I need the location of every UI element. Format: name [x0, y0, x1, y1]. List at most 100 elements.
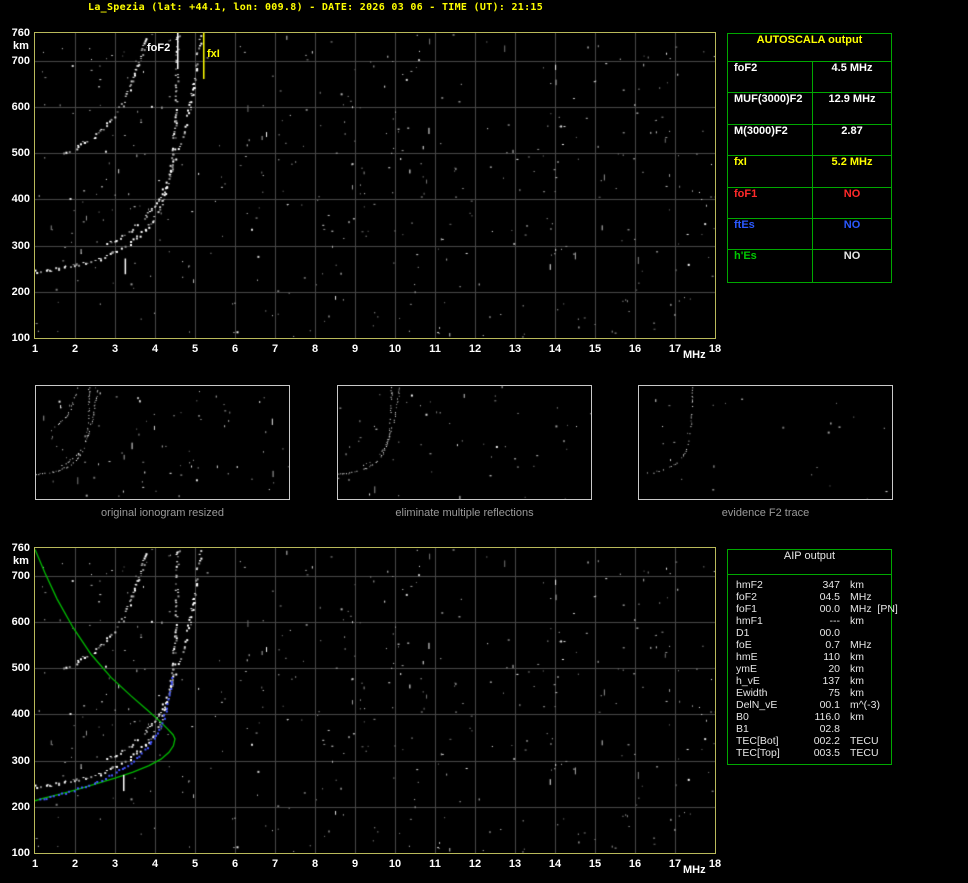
- y-axis-tick-label: 700: [11, 569, 30, 582]
- autoscala-parameter-value: 12.9 MHz: [812, 93, 891, 124]
- aip-parameter-value: 0.7: [825, 639, 840, 651]
- aip-parameter-unit: [840, 723, 887, 735]
- x-axis-tick-label: 3: [111, 343, 119, 355]
- thumbnail-evidence-f2: [638, 385, 893, 500]
- thumbnail-original-canvas: [36, 386, 289, 499]
- aip-row: TEC[Bot] 002.2 TECU: [728, 735, 891, 747]
- aip-parameter-label: h_vE: [736, 675, 760, 687]
- aip-table-header: AIP output: [728, 550, 891, 575]
- x-axis-tick-label: 10: [388, 343, 402, 355]
- bottom-ionogram-plot: [34, 547, 716, 854]
- autoscala-row: h'Es NO: [728, 250, 891, 282]
- x-axis-tick-label: 13: [508, 858, 522, 870]
- y-axis-tick-label: 100: [11, 847, 30, 859]
- aip-row: h_vE 137 km: [728, 675, 891, 687]
- page-title: La_Spezia (lat: +44.1, lon: 009.8) - DAT…: [88, 2, 544, 13]
- autoscala-row: foF2 4.5 MHz: [728, 62, 891, 94]
- autoscala-parameter-value: 4.5 MHz: [812, 62, 891, 93]
- x-axis-tick-label: 1: [31, 343, 39, 355]
- bottom-ionogram-canvas: [35, 548, 715, 853]
- aip-parameter-unit: [840, 627, 887, 639]
- y-axis-tick-label: 400: [11, 708, 30, 721]
- aip-table-body: hmF2 347 km foF2 04.5 MHz foF1 00.0 MHz [PN] hmF1…: [728, 579, 898, 759]
- aip-parameter-unit: km: [850, 579, 864, 591]
- y-axis-tick-label: 300: [11, 754, 30, 767]
- y-axis-tick-label: 600: [11, 100, 30, 113]
- x-axis-tick-label: 17: [668, 343, 682, 355]
- aip-parameter-value: 04.5: [819, 591, 840, 603]
- aip-row: foF2 04.5 MHz: [728, 591, 891, 603]
- aip-parameter-unit: MHz: [850, 591, 872, 603]
- aip-row: B0 116.0 km: [728, 711, 891, 723]
- x-axis-tick-label: 14: [548, 343, 562, 355]
- x-axis-tick-label: 9: [351, 858, 359, 870]
- thumbnail-caption-evidence: evidence F2 trace: [721, 507, 810, 519]
- aip-row: foF1 00.0 MHz [PN]: [728, 603, 898, 615]
- aip-parameter-label: hmE: [736, 651, 758, 663]
- autoscala-parameter-label: h'Es: [734, 250, 757, 263]
- aip-parameter-unit: km: [850, 687, 864, 699]
- aip-row: hmF2 347 km: [728, 579, 891, 591]
- aip-parameter-value: 75: [828, 687, 840, 699]
- aip-parameter-label: DelN_vE: [736, 699, 778, 711]
- aip-parameter-label: hmF1: [736, 615, 763, 627]
- y-axis-unit-label: km: [13, 555, 29, 567]
- autoscala-parameter-label: foF1: [734, 187, 758, 200]
- aip-parameter-label: TEC[Bot]: [736, 735, 779, 747]
- autoscala-parameter-value: NO: [812, 218, 891, 250]
- x-axis-tick-label: 10: [388, 858, 402, 870]
- aip-row: foE 0.7 MHz: [728, 639, 891, 651]
- x-axis-tick-label: 12: [468, 343, 482, 355]
- aip-parameter-label: foE: [736, 639, 752, 651]
- aip-parameter-unit: TECU: [850, 747, 879, 759]
- x-axis-tick-label: 17: [668, 858, 682, 870]
- y-axis-tick-label: 200: [11, 285, 30, 298]
- autoscala-table-body: foF2 4.5 MHz MUF(3000)F2 12.9 MHz M(3000)F2 2…: [728, 62, 891, 282]
- autoscala-parameter-value: NO: [812, 250, 891, 282]
- x-axis-tick-label: 16: [628, 343, 642, 355]
- autoscala-parameter-label: fxI: [734, 156, 747, 169]
- x-axis-unit-label: MHz: [683, 349, 706, 361]
- thumbnail-original-ionogram: [35, 385, 290, 500]
- autoscala-parameter-label: M(3000)F2: [734, 124, 788, 137]
- top-ionogram-canvas: [35, 33, 715, 338]
- aip-parameter-value: 00.0: [819, 627, 840, 639]
- aip-output-table: AIP output hmF2 347 km foF2 04.5 MHz foF1 00.0 M…: [727, 549, 898, 765]
- x-axis-tick-label: 4: [151, 343, 159, 355]
- aip-parameter-value: ---: [829, 615, 841, 627]
- y-axis-tick-label: 400: [11, 193, 30, 206]
- autoscala-table-header: AUTOSCALA output: [728, 34, 891, 62]
- y-axis-tick-label: 600: [11, 615, 30, 628]
- y-axis-tick-label: 200: [11, 800, 30, 813]
- top-ionogram-plot: foF2 fxI: [34, 32, 716, 339]
- aip-parameter-label: foF2: [736, 591, 758, 603]
- aip-row: hmE 110 km: [728, 651, 891, 663]
- x-axis-tick-label: 1: [31, 858, 39, 870]
- aip-parameter-value: 137: [822, 675, 840, 687]
- aip-parameter-unit: km: [850, 711, 864, 723]
- x-axis-tick-label: 7: [271, 343, 279, 355]
- aip-parameter-unit: TECU: [850, 735, 879, 747]
- autoscala-parameter-value: 5.2 MHz: [812, 156, 891, 187]
- x-axis-tick-label: 14: [548, 858, 562, 870]
- autoscala-parameter-label: MUF(3000)F2: [734, 93, 803, 106]
- aip-parameter-value: 02.8: [819, 723, 840, 735]
- aip-parameter-value: 003.5: [813, 747, 840, 759]
- x-axis-tick-label: 7: [271, 858, 279, 870]
- aip-parameter-value: 00.0: [819, 603, 840, 615]
- x-axis-tick-label: 8: [311, 858, 319, 870]
- aip-parameter-label: B0: [736, 711, 749, 723]
- aip-parameter-label: D1: [736, 627, 750, 639]
- autoscala-parameter-value: 2.87: [812, 124, 891, 156]
- x-axis-tick-label: 16: [628, 858, 642, 870]
- aip-parameter-unit: km: [850, 663, 864, 675]
- x-axis-tick-label: 2: [71, 858, 79, 870]
- thumbnail-eliminate-reflections: [337, 385, 592, 500]
- x-axis-tick-label: 15: [588, 858, 602, 870]
- autoscala-parameter-value: NO: [812, 187, 891, 218]
- aip-parameter-value: 20: [828, 663, 840, 675]
- x-axis-tick-label: 11: [429, 343, 441, 355]
- autoscala-row: foF1 NO: [728, 187, 891, 219]
- aip-row: Ewidth 75 km: [728, 687, 891, 699]
- x-axis-tick-label: 13: [508, 343, 522, 355]
